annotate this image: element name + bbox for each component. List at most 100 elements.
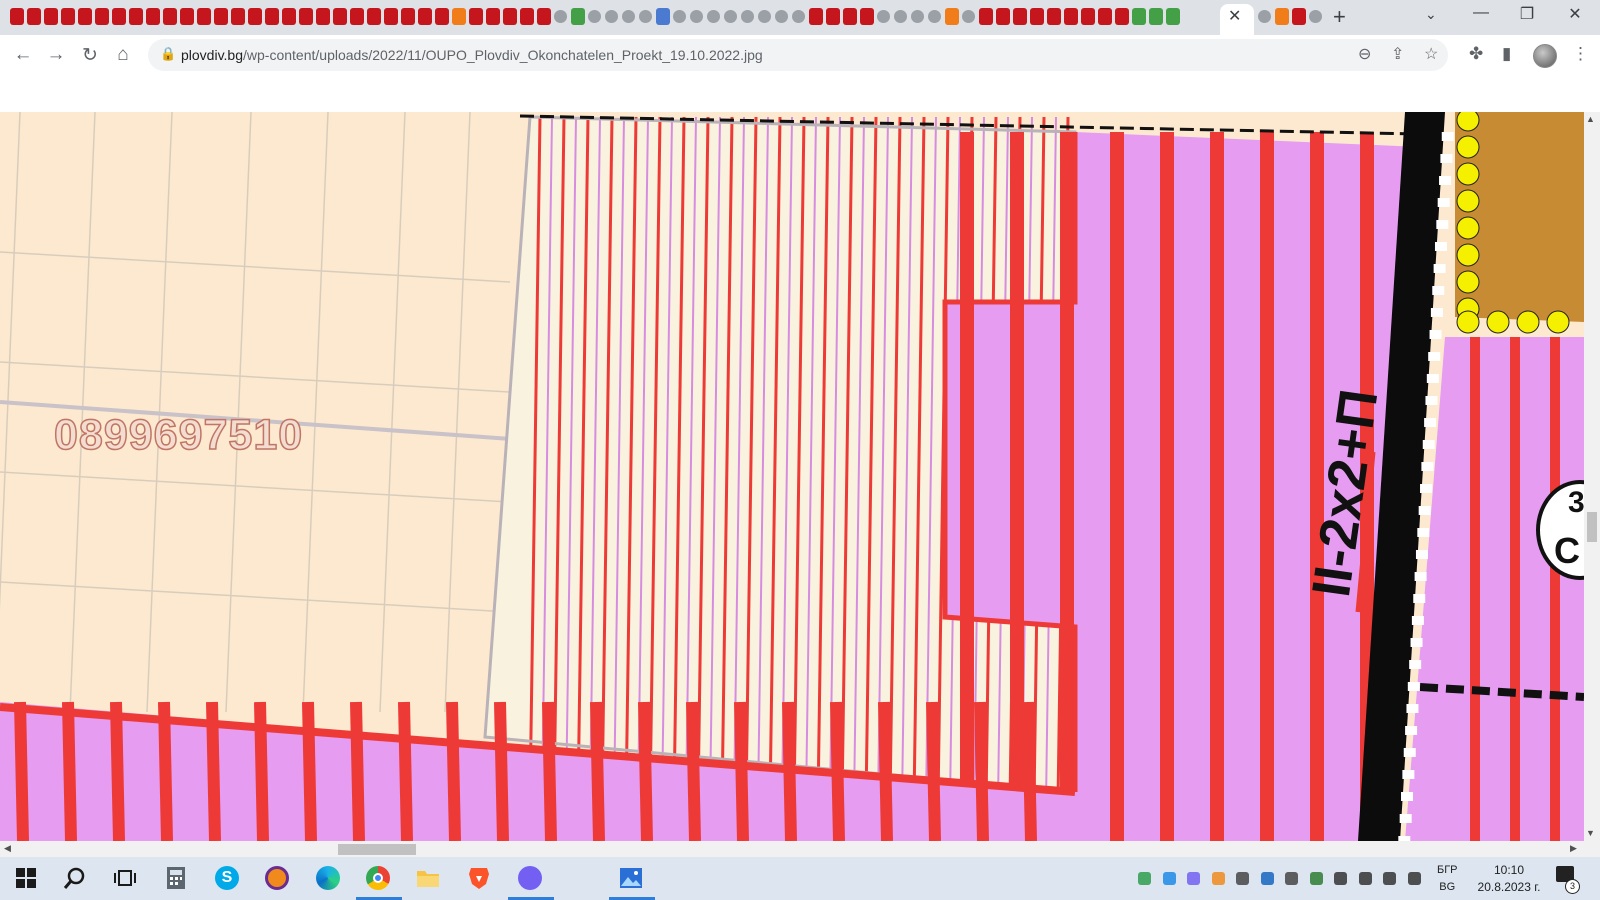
tab-favicon[interactable]	[1098, 8, 1112, 25]
tab-favicon[interactable]	[231, 8, 245, 25]
scroll-up-arrow-icon[interactable]: ▲	[1586, 114, 1595, 124]
star-icon[interactable]: ☆	[1424, 44, 1438, 64]
tab-favicon[interactable]	[61, 8, 75, 25]
avast-tray-icon[interactable]	[1211, 872, 1225, 885]
tab-favicon[interactable]	[843, 8, 857, 25]
tab-favicon[interactable]	[877, 10, 890, 23]
tab-favicon[interactable]	[503, 8, 517, 25]
tab-favicon[interactable]	[1064, 8, 1078, 25]
language-indicator[interactable]: БГР BG	[1437, 862, 1458, 896]
calculator-icon[interactable]	[162, 864, 190, 892]
tab-favicon[interactable]	[656, 8, 670, 25]
minimize-button[interactable]: —	[1461, 4, 1501, 22]
tab-favicon[interactable]	[996, 8, 1010, 25]
tab-favicon[interactable]	[860, 8, 874, 25]
tab-favicon[interactable]	[486, 8, 500, 25]
skype-icon[interactable]: S	[213, 864, 241, 892]
tab-favicon[interactable]	[1030, 8, 1044, 25]
tab-favicon[interactable]	[78, 8, 92, 25]
chrome-icon[interactable]	[364, 864, 392, 892]
scroll-left-arrow-icon[interactable]: ◀	[4, 843, 11, 854]
file-explorer-icon[interactable]	[414, 864, 442, 892]
tab-favicon[interactable]	[146, 8, 160, 25]
tab-favicon[interactable]	[316, 8, 330, 25]
tab-favicon[interactable]	[1115, 8, 1129, 25]
tab-favicon[interactable]	[1258, 10, 1271, 23]
map-image-viewport[interactable]: 0899697510 II-2x2+П 3 С	[0, 112, 1584, 841]
tab-favicon[interactable]	[673, 10, 686, 23]
tab-favicon[interactable]	[809, 8, 823, 25]
brave-icon[interactable]	[465, 864, 493, 892]
tab-favicon[interactable]	[554, 10, 567, 23]
windows-start-icon[interactable]	[12, 864, 40, 892]
vertical-scrollbar[interactable]	[1584, 112, 1600, 841]
tab-favicon[interactable]	[775, 10, 788, 23]
tab-favicon[interactable]	[707, 10, 720, 23]
battery-icon[interactable]	[1334, 872, 1347, 885]
tab-favicon[interactable]	[1149, 8, 1163, 25]
tab-favicon[interactable]	[282, 8, 296, 25]
tab-favicon[interactable]	[945, 8, 959, 25]
tab-favicon[interactable]	[1047, 8, 1061, 25]
wifi-icon[interactable]	[1358, 872, 1372, 885]
address-bar[interactable]: 🔒 plovdiv.bg/wp-content/uploads/2022/11/…	[148, 39, 1448, 71]
tab-favicon[interactable]	[639, 10, 652, 23]
horizontal-scroll-thumb[interactable]	[338, 844, 416, 855]
photos-icon[interactable]	[617, 864, 645, 892]
scroll-right-arrow-icon[interactable]: ▶	[1570, 843, 1577, 854]
tab-favicon[interactable]	[214, 8, 228, 25]
tab-favicon[interactable]	[724, 10, 737, 23]
system-clock[interactable]: 10:10 20.8.2023 г.	[1474, 862, 1544, 896]
lock-icon[interactable]: 🔒	[160, 46, 176, 62]
tab-favicon[interactable]	[299, 8, 313, 25]
tab-favicon[interactable]	[758, 10, 771, 23]
speaker-icon[interactable]	[1383, 872, 1396, 885]
forward-arrow-icon[interactable]: →	[44, 44, 68, 66]
tab-search-icon[interactable]: ⌄	[1425, 6, 1437, 23]
shield-check-icon[interactable]	[1138, 872, 1151, 885]
share-icon[interactable]: ⇪	[1391, 44, 1404, 64]
tab-favicon[interactable]	[622, 10, 635, 23]
tab-favicon[interactable]	[197, 8, 211, 25]
tab-favicon[interactable]	[792, 10, 805, 23]
tab-favicon[interactable]	[588, 10, 601, 23]
tab-favicon[interactable]	[520, 8, 534, 25]
tab-favicon[interactable]	[95, 8, 109, 25]
security-icon[interactable]	[1309, 872, 1323, 885]
tab-favicon[interactable]	[265, 8, 279, 25]
viber-tray-icon[interactable]	[1187, 872, 1200, 885]
tab-favicon[interactable]	[401, 8, 415, 25]
tab-favicon[interactable]	[112, 8, 126, 25]
zoom-icon[interactable]: ⊖	[1358, 44, 1371, 64]
side-panel-icon[interactable]: ▮	[1502, 44, 1511, 64]
avast-icon[interactable]	[263, 864, 291, 892]
tab-favicon[interactable]	[469, 8, 483, 25]
tab-favicon[interactable]	[1013, 8, 1027, 25]
tab-favicon[interactable]	[44, 8, 58, 25]
display-icon[interactable]	[1285, 872, 1298, 885]
tab-favicon[interactable]	[1309, 10, 1322, 23]
horizontal-scrollbar[interactable]	[0, 841, 1600, 857]
bluetooth-icon[interactable]	[1260, 872, 1274, 885]
search-icon[interactable]	[61, 864, 89, 892]
tab-favicon[interactable]	[384, 8, 398, 25]
tab-favicon[interactable]	[180, 8, 194, 25]
tab-favicon[interactable]	[1132, 8, 1146, 25]
tab-favicon[interactable]	[1275, 8, 1289, 25]
tab-favicon[interactable]	[163, 8, 177, 25]
tab-favicon[interactable]	[1292, 8, 1306, 25]
tab-favicon[interactable]	[1081, 8, 1095, 25]
puzzle-icon[interactable]: ✤	[1469, 44, 1483, 64]
tab-favicon[interactable]	[350, 8, 364, 25]
viber-icon[interactable]	[516, 864, 544, 892]
close-tab-icon[interactable]: ✕	[1228, 6, 1241, 26]
tab-favicon[interactable]	[418, 8, 432, 25]
touch-keyboard-icon[interactable]	[1407, 872, 1421, 885]
tab-favicon[interactable]	[928, 10, 941, 23]
close-window-button[interactable]: ✕	[1555, 4, 1595, 24]
tab-favicon[interactable]	[367, 8, 381, 25]
home-icon[interactable]: ⌂	[111, 44, 135, 66]
tab-favicon[interactable]	[911, 10, 924, 23]
volume-icon[interactable]	[1236, 872, 1249, 885]
tab-favicon[interactable]	[10, 8, 24, 25]
